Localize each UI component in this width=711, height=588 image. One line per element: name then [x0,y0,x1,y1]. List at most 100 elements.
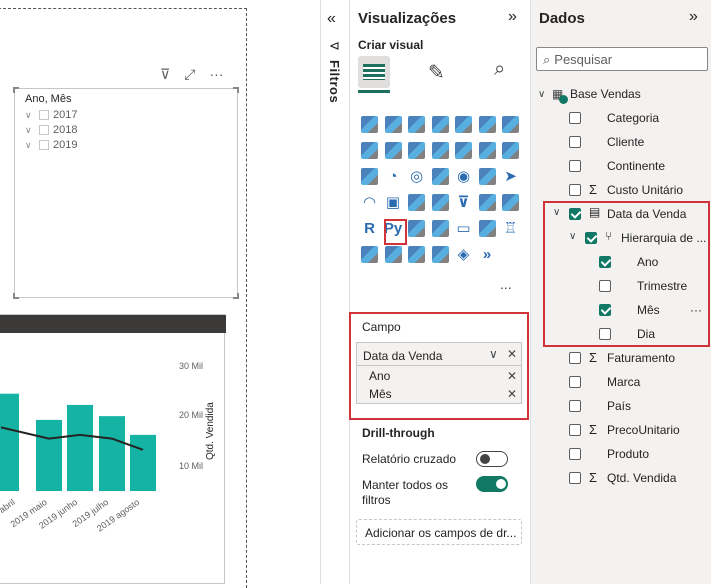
resize-handle[interactable] [13,87,19,93]
power-apps-icon[interactable] [382,242,405,266]
checkbox[interactable] [569,352,581,364]
stacked-area-icon[interactable] [382,138,405,162]
stacked-column-icon[interactable] [429,112,452,136]
expand-icon[interactable]: « [327,10,336,28]
field-item[interactable]: País [569,397,711,415]
qa-icon[interactable]: ▭ [452,216,475,240]
gauge-icon[interactable]: ◠ [358,190,381,214]
bar[interactable] [130,434,156,491]
checkbox[interactable] [39,140,49,150]
bar[interactable] [67,404,93,491]
checkbox[interactable] [569,136,581,148]
checkbox[interactable] [39,125,49,135]
format-brush-icon[interactable]: ✎ [428,60,445,85]
more-visuals-icon[interactable]: ... [500,276,512,292]
slicer-item-2019[interactable]: ∨ 2019 [25,139,77,151]
100-bar-icon[interactable] [452,112,475,136]
waterfall-icon[interactable] [476,138,499,162]
field-item[interactable]: Produto [569,445,711,463]
cross-report-toggle[interactable] [476,451,508,467]
keep-filters-toggle[interactable] [476,476,508,492]
bar[interactable] [36,419,62,491]
checkbox[interactable] [569,448,581,460]
search-input[interactable]: ⌕ Pesquisar [536,47,708,71]
pie-icon[interactable]: ◔ [382,164,405,188]
combo-chart[interactable]: 30 Mil 20 Mil 10 Mil Qtd. Vendida abril … [0,314,226,584]
arcgis-icon[interactable] [429,242,452,266]
field-item[interactable]: Σ Custo Unitário [569,181,711,199]
slicer-icon[interactable]: ⊽ [452,190,475,214]
collapse-icon[interactable]: » [508,8,517,26]
matrix-icon[interactable] [499,190,522,214]
chevron-down-icon[interactable]: ∨ [25,140,35,151]
azure-map-icon[interactable]: ➤ [499,164,522,188]
resize-handle[interactable] [233,293,239,299]
close-icon[interactable]: ✕ [507,387,517,401]
table-base-vendas[interactable]: ∨ ▦ Base Vendas [538,85,641,104]
field-well[interactable]: Data da Venda ∨ ✕ Ano ✕ Mês ✕ [356,342,522,404]
card-icon[interactable]: ▣ [382,190,405,214]
donut-icon[interactable]: ◎ [405,164,428,188]
key-influencers-icon[interactable] [405,216,428,240]
line-chart-icon[interactable] [499,112,522,136]
scatter-icon[interactable] [358,164,381,188]
funnel-icon[interactable] [499,138,522,162]
resize-handle[interactable] [233,87,239,93]
chevron-down-icon[interactable]: ∨ [489,347,498,361]
chevron-down-icon[interactable]: ∨ [538,89,552,100]
ribbon-chart-icon[interactable] [452,138,475,162]
paginated-icon[interactable] [358,242,381,266]
field-item[interactable]: Σ Faturamento [569,349,711,367]
power-automate-icon[interactable] [405,242,428,266]
filters-pane-collapsed[interactable]: « ⊲ Filtros [320,0,350,584]
filled-map-icon[interactable] [476,164,499,188]
filter-icon[interactable]: ⊽ [160,66,170,83]
bar[interactable] [0,393,19,491]
field-item[interactable]: Marca [569,373,711,391]
checkbox[interactable] [569,160,581,172]
field-item[interactable]: Σ PrecoUnitario [569,421,711,439]
chevron-down-icon[interactable]: ∨ [25,125,35,136]
goals-icon[interactable]: ♖ [499,216,522,240]
slicer-item-2018[interactable]: ∨ 2018 [25,124,77,136]
stacked-bar-icon[interactable] [358,112,381,136]
bar[interactable] [99,416,125,491]
close-icon[interactable]: ✕ [507,369,517,383]
slicer-item-2017[interactable]: ∨ 2017 [25,109,77,121]
close-icon[interactable]: ✕ [507,347,517,361]
multirow-card-icon[interactable] [405,190,428,214]
field-item[interactable]: Continente [569,157,711,175]
treemap-icon[interactable] [429,164,452,188]
build-visual-tab[interactable] [358,56,390,88]
field-item[interactable]: Σ Qtd. Vendida [569,469,711,487]
focus-mode-icon[interactable]: ⤢ [184,66,195,83]
filters-label[interactable]: Filtros [327,60,342,103]
clustered-column-icon[interactable] [382,112,405,136]
analytics-icon[interactable]: ⌕ [494,58,505,81]
resize-handle[interactable] [13,293,19,299]
checkbox[interactable] [569,424,581,436]
kpi-icon[interactable] [429,190,452,214]
chevron-down-icon[interactable]: ∨ [25,110,35,121]
100-column-icon[interactable] [476,112,499,136]
more-options-icon[interactable]: ··· [209,66,223,83]
map-icon[interactable]: ◉ [452,164,475,188]
table-icon[interactable] [476,190,499,214]
clustered-bar-icon[interactable] [405,112,428,136]
checkbox[interactable] [569,112,581,124]
checkbox[interactable] [569,472,581,484]
collapse-icon[interactable]: » [689,8,698,26]
checkbox[interactable] [39,110,49,120]
add-drillthrough-fields-button[interactable]: Adicionar os campos de dr... [356,519,522,545]
area-chart-icon[interactable] [358,138,381,162]
year-month-slicer[interactable]: Ano, Mês ∨ 2017 ∨ 2018 ∨ 2019 [13,87,239,299]
checkbox[interactable] [569,376,581,388]
checkbox[interactable] [569,400,581,412]
narrative-icon[interactable] [476,216,499,240]
chevron-icon[interactable]: » [476,242,499,266]
field-item[interactable]: Cliente [569,133,711,151]
checkbox[interactable] [569,184,581,196]
line-column-icon[interactable] [405,138,428,162]
r-visual-icon[interactable]: R [358,216,381,240]
diamond-icon[interactable]: ◈ [452,242,475,266]
